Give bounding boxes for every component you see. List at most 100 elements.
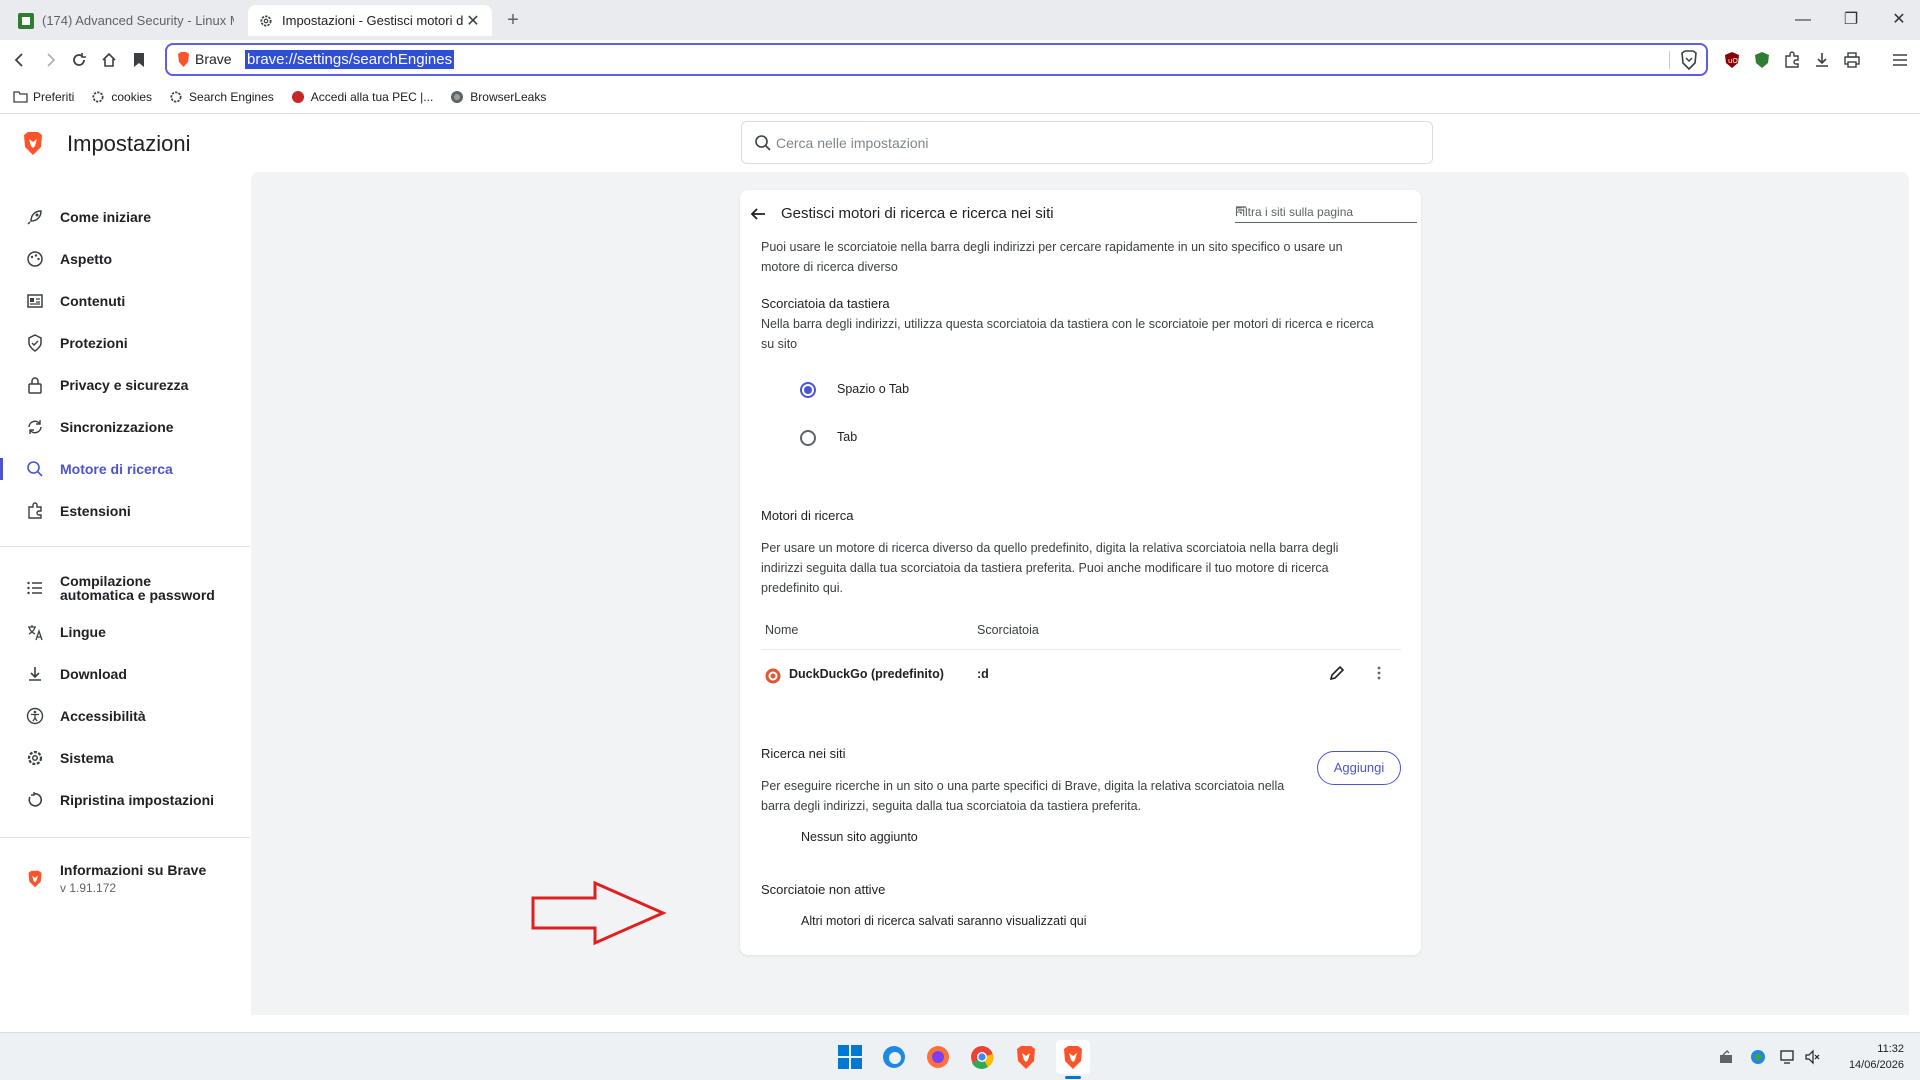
engines-desc-1: Per usare un motore di ricerca diverso d… xyxy=(761,541,1339,555)
engines-title: Motori di ricerca xyxy=(761,508,854,523)
security-tray-icon[interactable] xyxy=(1748,1047,1768,1067)
bookmark-label: Search Engines xyxy=(189,89,274,104)
bookmark-search-engines[interactable]: Search Engines xyxy=(168,89,274,105)
engines-desc-2: indirizzi seguita dalla tua scorciatoia … xyxy=(761,561,1329,575)
sidebar-item-estensioni[interactable]: Estensioni xyxy=(0,492,250,530)
sidebar-item-sincronizzazione[interactable]: Sincronizzazione xyxy=(0,408,250,446)
brave-taskbar-icon[interactable] xyxy=(1012,1043,1040,1071)
bookmark-cookies[interactable]: cookies xyxy=(90,89,152,105)
sidebar-item-privacy[interactable]: Privacy e sicurezza xyxy=(0,366,250,404)
search-input[interactable]: Cerca nelle impostazioni xyxy=(776,135,929,151)
sidebar-item-label: Protezioni xyxy=(60,335,128,351)
tab-settings[interactable]: Impostazioni - Gestisci motori di ✕ xyxy=(248,5,492,36)
search-icon xyxy=(25,459,45,479)
close-tab-icon[interactable]: ✕ xyxy=(464,11,482,31)
bookmark-label: cookies xyxy=(111,89,153,104)
tab-title: (174) Advanced Security - Linux Mint xyxy=(42,13,234,28)
edge-browser-icon[interactable] xyxy=(880,1043,908,1071)
inactive-title: Scorciatoie non attive xyxy=(761,882,886,897)
translate-icon xyxy=(25,622,45,642)
print-icon[interactable] xyxy=(1840,48,1864,72)
add-site-button[interactable]: Aggiungi xyxy=(1317,751,1401,785)
puzzle-icon[interactable] xyxy=(1780,48,1804,72)
home-icon[interactable] xyxy=(97,48,121,72)
app-tray-icon[interactable] xyxy=(1716,1047,1736,1067)
search-engines-card: Gestisci motori di ricerca e ricerca nei… xyxy=(740,190,1421,955)
extension-shield-icon[interactable] xyxy=(1750,48,1774,72)
brave-active-taskbar-icon[interactable] xyxy=(1056,1040,1090,1074)
sidebar-item-aspetto[interactable]: Aspetto xyxy=(0,240,250,278)
sidebar-item-label: Ripristina impostazioni xyxy=(60,792,215,808)
bookmark-icon[interactable] xyxy=(127,48,151,72)
sidebar-item-lingue[interactable]: Lingue xyxy=(0,613,250,651)
minimize-button[interactable]: — xyxy=(1788,8,1818,32)
restore-button[interactable]: ❐ xyxy=(1836,8,1866,32)
sidebar-divider xyxy=(0,837,250,838)
sidebar-item-come-iniziare[interactable]: Come iniziare xyxy=(0,198,250,236)
version-label: v 1.91.172 xyxy=(60,881,117,895)
annotation-arrow-icon xyxy=(531,880,667,946)
shortcut-desc-1: Nella barra degli indirizzi, utilizza qu… xyxy=(761,317,1374,331)
brave-lion-icon xyxy=(177,52,190,72)
radio-label: Spazio o Tab xyxy=(837,382,910,396)
sidebar-item-protezioni[interactable]: Protezioni xyxy=(0,324,250,362)
tab-linux-mint[interactable]: (174) Advanced Security - Linux Mint xyxy=(8,5,244,36)
brave-shields-icon[interactable] xyxy=(1680,50,1698,75)
shield-icon xyxy=(25,333,45,353)
ublock-icon[interactable]: uO xyxy=(1720,48,1744,72)
reload-icon[interactable] xyxy=(67,48,91,72)
accessibility-icon xyxy=(25,706,45,726)
volume-muted-icon[interactable] xyxy=(1802,1047,1822,1067)
sidebar-item-sistema[interactable]: Sistema xyxy=(0,739,250,777)
sidebar-item-label: Sincronizzazione xyxy=(60,419,174,435)
bookmark-pec[interactable]: Accedi alla tua PEC |... xyxy=(290,89,434,105)
sidebar-item-contenuti[interactable]: Contenuti xyxy=(0,282,250,320)
address-bar[interactable]: Brave brave://settings/searchEngines xyxy=(165,43,1708,76)
bookmark-label: Preferiti xyxy=(33,89,75,104)
svg-text:uO: uO xyxy=(1728,57,1738,65)
new-tab-button[interactable]: + xyxy=(500,8,526,32)
gear-icon xyxy=(25,748,45,768)
bookmark-preferiti[interactable]: Preferiti xyxy=(12,89,74,105)
sidebar-item-accessibilita[interactable]: Accessibilità xyxy=(0,697,250,735)
firefox-icon[interactable] xyxy=(924,1043,952,1071)
engines-desc-3: predefinito qui. xyxy=(761,581,844,595)
sidebar-item-about[interactable]: Informazioni su Brave v 1.91.172 xyxy=(0,858,250,900)
settings-search[interactable]: Cerca nelle impostazioni xyxy=(741,121,1433,164)
sidebar-item-label: Contenuti xyxy=(60,293,126,309)
network-icon[interactable] xyxy=(1778,1047,1798,1067)
bookmark-browserleaks[interactable]: BrowserLeaks xyxy=(449,89,546,105)
folder-icon xyxy=(12,89,28,105)
sidebar-item-download[interactable]: Download xyxy=(0,655,250,693)
site-search-desc-1: Per eseguire ricerche in un sito o una p… xyxy=(761,779,1285,793)
divider xyxy=(1669,51,1670,69)
menu-icon[interactable] xyxy=(1888,48,1912,72)
table-divider xyxy=(761,649,1401,650)
chrome-icon[interactable] xyxy=(968,1043,996,1071)
sidebar-item-compilazione[interactable]: Compilazione automatica e password xyxy=(0,568,250,608)
close-window-button[interactable]: ✕ xyxy=(1884,8,1914,32)
radio-spazio-o-tab[interactable] xyxy=(800,382,816,398)
download-icon[interactable] xyxy=(1810,48,1834,72)
back-icon[interactable] xyxy=(8,48,32,72)
forward-icon[interactable] xyxy=(38,48,62,72)
rocket-icon xyxy=(25,207,45,227)
gear-icon xyxy=(168,89,184,105)
sidebar-item-label: Privacy e sicurezza xyxy=(60,377,189,393)
brave-lion-icon xyxy=(25,869,45,889)
sidebar-item-motore-di-ricerca[interactable]: Motore di ricerca xyxy=(0,450,250,488)
url-text[interactable]: brave://settings/searchEngines xyxy=(245,50,455,69)
radio-label: Tab xyxy=(837,430,858,444)
sidebar-item-label: Compilazione automatica e password xyxy=(60,574,215,602)
label-line-1: Compilazione xyxy=(60,573,152,589)
bookmark-label: Accedi alla tua PEC |... xyxy=(310,89,434,104)
bookmarks-bar: Preferiti cookies Search Engines Accedi … xyxy=(0,80,1920,114)
system-clock[interactable]: 11:32 14/06/2026 xyxy=(1849,1041,1904,1073)
sidebar-item-label: Motore di ricerca xyxy=(60,461,173,477)
page-title: Impostazioni xyxy=(67,131,191,156)
filter-placeholder: Filtra i siti sulla pagina xyxy=(1235,205,1354,219)
filter-input[interactable]: Filtra i siti sulla pagina xyxy=(1235,205,1417,223)
sidebar-item-ripristina[interactable]: Ripristina impostazioni xyxy=(0,781,250,819)
windows-start-icon[interactable] xyxy=(836,1043,864,1071)
radio-tab[interactable] xyxy=(800,430,816,446)
